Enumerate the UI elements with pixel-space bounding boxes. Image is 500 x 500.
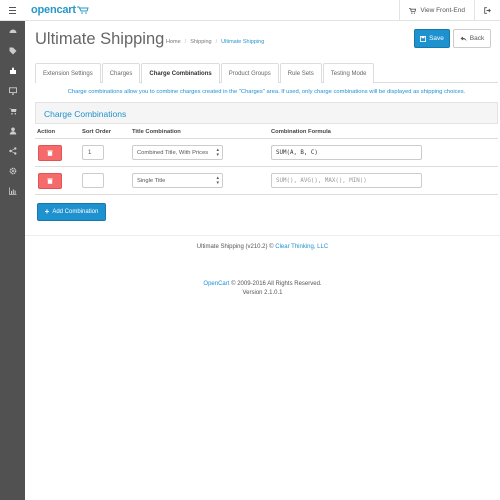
- save-label: Save: [429, 35, 444, 42]
- table-header: Action Sort Order Title Combination Comb…: [35, 125, 498, 139]
- opencart-logo[interactable]: opencart: [31, 4, 89, 16]
- clear-thinking-link[interactable]: Clear Thinking, LLC: [275, 244, 328, 250]
- back-label: Back: [469, 35, 485, 42]
- plus-icon: +: [44, 207, 50, 216]
- sidebar: [0, 21, 25, 500]
- tab-testing-mode[interactable]: Testing Mode: [322, 63, 375, 83]
- title-combination-select[interactable]: Single Title ▴ ▾: [132, 173, 223, 188]
- menu-toggle-icon[interactable]: [0, 0, 25, 21]
- cart-icon[interactable]: [0, 101, 25, 121]
- title-combination-value: Single Title: [137, 177, 166, 184]
- select-arrows-icon: ▴ ▾: [216, 147, 219, 158]
- sort-order-input[interactable]: 1: [82, 145, 104, 160]
- breadcrumb: Home / Shipping / Ultimate Shipping: [166, 39, 265, 45]
- col-action: Action: [37, 129, 56, 135]
- user-icon[interactable]: [0, 121, 25, 141]
- desktop-icon[interactable]: [0, 81, 25, 101]
- tab-charge-combinations[interactable]: Charge Combinations: [141, 63, 220, 84]
- select-arrows-icon: ▴ ▾: [216, 175, 219, 186]
- version-text: Version 2.1.0.1: [242, 290, 283, 296]
- formula-input[interactable]: SUM(A, B, C): [271, 145, 422, 160]
- add-combination-button[interactable]: + Add Combination: [37, 203, 106, 221]
- tags-icon[interactable]: [0, 41, 25, 61]
- chart-icon[interactable]: [0, 181, 25, 201]
- breadcrumb-home[interactable]: Home: [166, 39, 181, 45]
- tab-charges[interactable]: Charges: [101, 63, 141, 83]
- save-icon: [420, 35, 427, 42]
- footer-divider: [25, 235, 500, 236]
- table-row: Single Title ▴ ▾ SUM(), AVG(), MAX(), MIN…: [35, 167, 498, 195]
- col-sort-order: Sort Order: [82, 129, 111, 135]
- tab-product-groups[interactable]: Product Groups: [220, 63, 279, 83]
- trash-icon: [47, 150, 53, 156]
- view-frontend-link[interactable]: View Front-End: [399, 0, 474, 21]
- tab-rule-sets[interactable]: Rule Sets: [279, 63, 322, 83]
- main-content: Ultimate Shipping Home / Shipping / Ulti…: [25, 21, 500, 500]
- panel-title: Charge Combinations: [44, 109, 127, 119]
- sort-order-input[interactable]: [82, 173, 104, 188]
- top-header: opencart View Front-End: [0, 0, 500, 21]
- reply-icon: [460, 36, 467, 41]
- logout-button[interactable]: [474, 0, 500, 21]
- sign-out-icon: [484, 7, 491, 14]
- dashboard-icon[interactable]: [0, 21, 25, 41]
- formula-input[interactable]: SUM(), AVG(), MAX(), MIN(): [271, 173, 422, 188]
- add-combination-label: Add Combination: [52, 209, 99, 215]
- opencart-link[interactable]: OpenCart: [203, 281, 229, 287]
- save-button[interactable]: Save: [414, 29, 450, 48]
- view-frontend-label: View Front-End: [420, 7, 465, 14]
- trash-icon: [47, 178, 53, 184]
- info-text: Charge combinations allow you to combine…: [67, 89, 466, 95]
- col-title-combination: Title Combination: [132, 129, 181, 135]
- tab-extension-settings[interactable]: Extension Settings: [35, 63, 101, 83]
- copyright: OpenCart © 2009-2016 All Rights Reserved…: [25, 280, 500, 298]
- tab-bar: Extension Settings Charges Charge Combin…: [35, 63, 498, 84]
- delete-button[interactable]: [38, 173, 62, 189]
- extension-credit: Ultimate Shipping (v210.2) © Clear Think…: [196, 244, 329, 250]
- back-button[interactable]: Back: [453, 29, 491, 48]
- cog-icon[interactable]: [0, 161, 25, 181]
- delete-button[interactable]: [38, 145, 62, 161]
- breadcrumb-ultimate-shipping[interactable]: Ultimate Shipping: [221, 39, 264, 45]
- title-combination-value: Combined Title, With Prices: [137, 149, 209, 156]
- page-title: Ultimate Shipping: [35, 30, 165, 48]
- panel-heading: Charge Combinations: [35, 102, 498, 124]
- puzzle-icon[interactable]: [0, 61, 25, 81]
- share-icon[interactable]: [0, 141, 25, 161]
- table-row: 1 Combined Title, With Prices ▴ ▾ SUM(A, …: [35, 139, 498, 167]
- cart-icon: [409, 7, 417, 14]
- combinations-table: Action Sort Order Title Combination Comb…: [35, 125, 498, 195]
- title-combination-select[interactable]: Combined Title, With Prices ▴ ▾: [132, 145, 223, 160]
- breadcrumb-shipping[interactable]: Shipping: [190, 39, 211, 45]
- col-combination-formula: Combination Formula: [271, 129, 331, 135]
